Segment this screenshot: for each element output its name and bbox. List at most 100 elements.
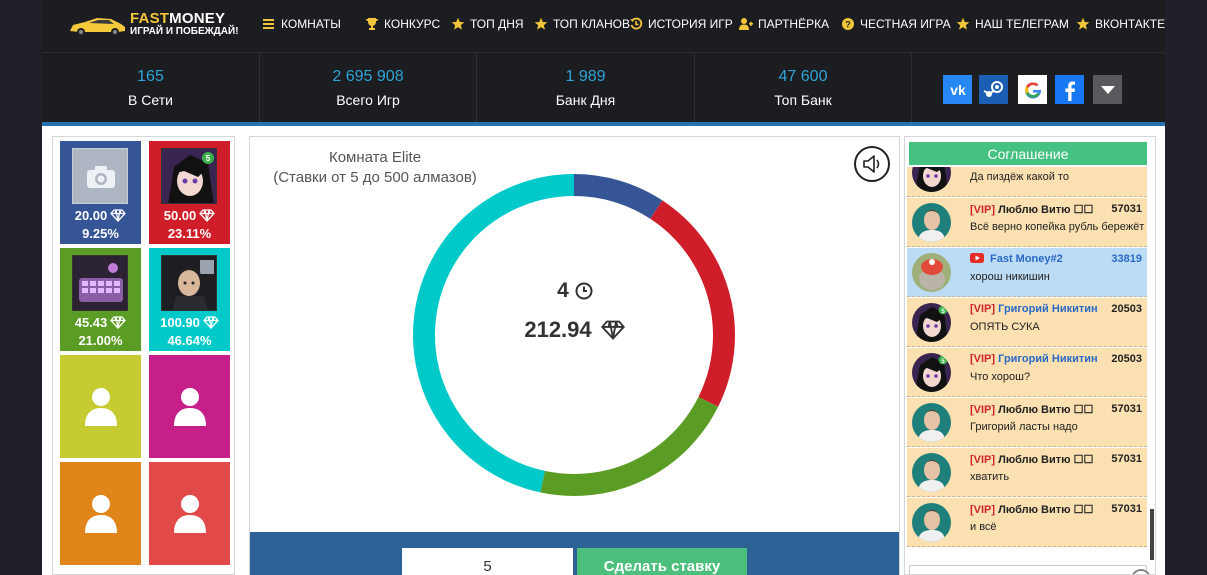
chat-avatar[interactable] — [912, 403, 951, 442]
star-icon — [534, 17, 548, 30]
nav-item-7[interactable]: НАШ ТЕЛЕГРАМ — [956, 17, 1069, 31]
player-slot[interactable]: 5 50.00 23.11% — [149, 141, 230, 244]
history-icon — [630, 17, 643, 30]
diamond-icon — [203, 316, 219, 329]
stat-top-bank: 47 600 Топ Банк — [695, 54, 912, 122]
chat-avatar[interactable]: 5 — [912, 303, 951, 342]
star-icon — [956, 17, 970, 30]
round-bank: 212.94 — [475, 317, 675, 343]
chat-avatar[interactable]: 5 — [912, 353, 951, 392]
chat-scrollbar[interactable] — [1150, 509, 1154, 560]
nav-item-1[interactable]: КОНКУРС — [365, 17, 440, 31]
chat-avatar[interactable] — [912, 503, 951, 542]
player-slot[interactable]: 45.43 21.00% — [60, 248, 141, 351]
agreement-button[interactable]: Соглашение — [909, 142, 1147, 165]
chat-message-header: Fast Money#2 33819 — [970, 253, 1142, 265]
svg-text:5: 5 — [206, 154, 211, 163]
place-bet-button[interactable]: Сделать ставку — [577, 548, 747, 575]
dropdown-arrow-icon[interactable] — [1093, 75, 1122, 104]
chat-message: [VIP] Люблю Витю ☐☐ 57031 и всё — [907, 498, 1147, 547]
stat-total-games: 2 695 908 Всего Игр — [260, 54, 477, 122]
logo-subtitle: ИГРАЙ И ПОБЕЖДАЙ! — [130, 26, 239, 37]
trophy-icon — [366, 18, 378, 30]
facebook-icon[interactable] — [1055, 75, 1084, 104]
nav-item-label: ПАРТНЁРКА — [758, 17, 830, 31]
chat-username[interactable]: Люблю Витю ☐☐ — [998, 504, 1093, 516]
anime-avatar-icon: 5 — [912, 167, 951, 192]
chat-message-text: Всё верно копейка рубль бережёт — [970, 221, 1145, 233]
cat-avatar-icon — [912, 253, 951, 292]
stat-online: 165 В Сети — [42, 54, 260, 122]
chat-message: [VIP] Люблю Витю ☐☐ 57031 Григорий ласты н… — [907, 398, 1147, 447]
nav-item-6[interactable]: ? ЧЕСТНАЯ ИГРА — [841, 17, 951, 31]
chat-message-text: и всё — [970, 521, 997, 533]
chat-user-score: 20503 — [1111, 303, 1142, 315]
vk-icon[interactable]: vk — [943, 75, 972, 104]
nav-item-label: ТОП ДНЯ — [470, 17, 524, 31]
chat-username[interactable]: Григорий Никитин — [998, 303, 1098, 315]
user-icon — [85, 495, 117, 533]
wheel-segment-1 — [650, 200, 735, 407]
chat-username[interactable]: Люблю Витю ☐☐ — [998, 404, 1093, 416]
nav-item-label: КОМНАТЫ — [281, 17, 341, 31]
nav-item-label: ЧЕСТНАЯ ИГРА — [860, 17, 951, 31]
player-slot[interactable]: 100.90 46.64% — [149, 248, 230, 351]
man-avatar-icon — [912, 203, 951, 242]
player-amount: 20.00 — [60, 208, 141, 223]
chat-message-text: Что хорош? — [970, 371, 1031, 383]
chat-user-score: 57031 — [1111, 503, 1142, 515]
nav-item-label: КОНКУРС — [384, 17, 441, 31]
steam-icon[interactable] — [979, 75, 1008, 104]
camera-icon — [87, 166, 115, 188]
nav-item-label: НАШ ТЕЛЕГРАМ — [975, 17, 1069, 31]
empty-player-slot[interactable] — [149, 355, 230, 458]
nav-item-5[interactable]: ПАРТНЁРКА — [739, 17, 829, 31]
chat-user-score: 57031 — [1111, 403, 1142, 415]
chat-message-header: [VIP] Люблю Витю ☐☐ 57031 — [970, 403, 1142, 416]
chat-username[interactable]: Fast Money#2 — [990, 253, 1063, 265]
chat-username[interactable]: Люблю Витю ☐☐ — [998, 454, 1093, 466]
round-timer: 4 — [475, 279, 675, 303]
chat-avatar[interactable] — [912, 203, 951, 242]
empty-player-slot[interactable] — [60, 355, 141, 458]
stat-label: Всего Игр — [336, 92, 400, 108]
stat-day-bank: 1 989 Банк Дня — [477, 54, 695, 122]
sound-toggle[interactable] — [854, 146, 890, 182]
chat-username[interactable]: Люблю Витю ☐☐ — [998, 204, 1093, 216]
chat-message-header: [VIP] Григорий Никитин 20503 — [970, 353, 1142, 365]
stat-value: 2 695 908 — [332, 68, 404, 85]
chat-messages[interactable]: 5 [VIP] Григорий Никитин 20503 Да пиздёж ка… — [907, 167, 1147, 551]
empty-player-slot[interactable] — [60, 462, 141, 565]
wheel-segment-2 — [540, 396, 719, 496]
player-percent: 23.11% — [167, 226, 212, 241]
chat-message-text: хорош никишин — [970, 271, 1050, 283]
clock-icon — [575, 282, 593, 300]
user-icon — [174, 495, 206, 533]
chat-username[interactable]: Григорий Никитин — [998, 353, 1098, 365]
player-amount: 100.90 — [149, 315, 230, 330]
nav-item-3[interactable]: ТОП КЛАНОВ — [534, 17, 630, 31]
nav-item-label: ВКОНТАКТЕ — [1095, 17, 1166, 31]
chat-message-header: [VIP] Люблю Витю ☐☐ 57031 — [970, 203, 1142, 216]
empty-player-slot[interactable] — [149, 462, 230, 565]
diamond-icon — [199, 209, 216, 222]
site-logo[interactable]: FASTMONEY ИГРАЙ И ПОБЕЖДАЙ! — [67, 9, 239, 43]
nav-item-2[interactable]: ТОП ДНЯ — [451, 17, 524, 31]
nav-item-0[interactable]: КОМНАТЫ — [262, 17, 341, 31]
anime-avatar-icon: 5 — [912, 303, 951, 342]
main-content: 20.00 9.25% 5 50.00 23.11% 45.43 21.00% — [42, 126, 1165, 575]
vip-badge: [VIP] — [970, 353, 996, 365]
top-navigation: FASTMONEY ИГРАЙ И ПОБЕЖДАЙ! КОМНАТЫ КОНКУ… — [42, 0, 1165, 53]
chat-avatar[interactable] — [912, 253, 951, 292]
nav-item-label: ТОП КЛАНОВ — [553, 17, 630, 31]
chat-avatar[interactable] — [912, 453, 951, 492]
bet-amount-input[interactable] — [402, 548, 573, 575]
chat-avatar[interactable]: 5 — [912, 167, 951, 192]
nav-item-4[interactable]: ИСТОРИЯ ИГР — [629, 17, 733, 31]
chat-message-header: [VIP] Григорий Никитин 20503 — [970, 303, 1142, 315]
player-slot[interactable]: 20.00 9.25% — [60, 141, 141, 244]
google-icon[interactable] — [1018, 75, 1047, 104]
nav-item-8[interactable]: ВКОНТАКТЕ — [1076, 17, 1165, 31]
avatar: 5 — [161, 148, 217, 204]
chat-input[interactable] — [909, 565, 1147, 574]
